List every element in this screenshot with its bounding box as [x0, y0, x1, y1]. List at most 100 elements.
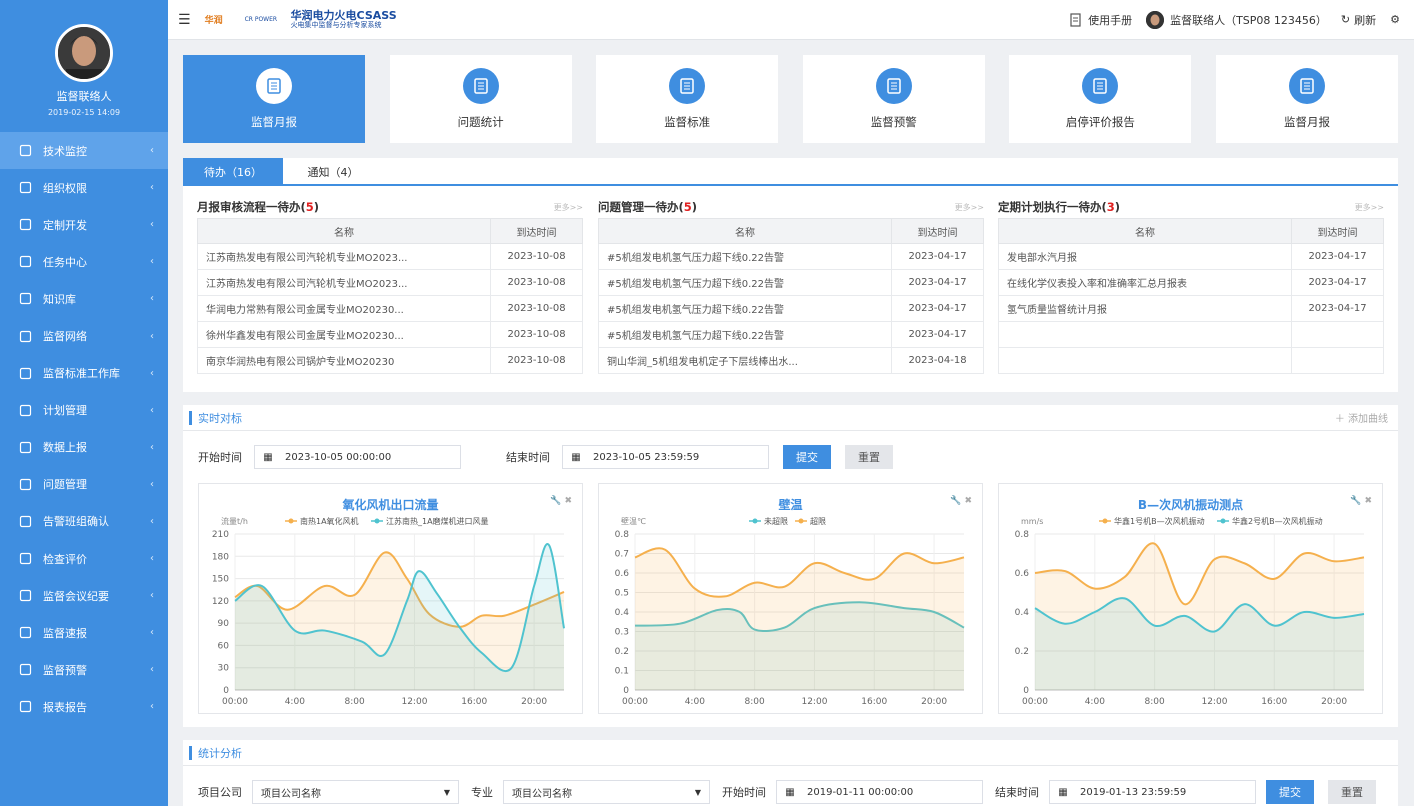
- more-link[interactable]: 更多>>: [554, 202, 583, 213]
- chevron-left-icon: ‹: [150, 478, 154, 490]
- sidebar-item-12[interactable]: 监督会议纪要 ‹: [0, 577, 168, 614]
- todo-table: 名称 到达时间 发电部水汽月报 2023-04-17 在线化学仪表投入率和准确率汇总月报…: [998, 218, 1384, 374]
- table-row[interactable]: 铜山华润_5机组发电机定子下层线棒出水... 2023-04-18: [598, 347, 984, 374]
- sidebar-item-14[interactable]: 监督预警 ‹: [0, 651, 168, 688]
- x-tick-label: 8:00: [745, 697, 765, 707]
- table-row[interactable]: 发电部水汽月报 2023-04-17: [998, 243, 1384, 270]
- sidebar-item-0[interactable]: 技术监控 ‹: [0, 132, 168, 170]
- chart-2: B—次风机振动测点 🔧 ✖ mm/s 华鑫1号机B—次风机振动 华鑫2号机B—次风机振动…: [998, 483, 1383, 714]
- table-row[interactable]: 南京华润热电有限公司锅炉专业MO20230 2023-10-08: [197, 347, 583, 374]
- card-icon: [256, 68, 292, 104]
- x-tick-label: 00:00: [622, 697, 648, 707]
- manual-icon: [1070, 12, 1081, 27]
- table-row[interactable]: [998, 347, 1384, 374]
- row-name: 在线化学仪表投入率和准确率汇总月报表: [998, 269, 1292, 296]
- sidebar-item-1[interactable]: 组织权限 ‹: [0, 169, 168, 206]
- legend-item[interactable]: 南热1A氧化风机: [285, 516, 359, 526]
- start-date-input[interactable]: ▦ 2023-10-05 00:00:00: [254, 445, 461, 469]
- y-tick-label: 30: [218, 664, 230, 674]
- table-row[interactable]: #5机组发电机氢气压力超下线0.22告警 2023-04-17: [598, 295, 984, 322]
- legend-item[interactable]: 未超限: [749, 516, 788, 526]
- more-link[interactable]: 更多>>: [1355, 202, 1384, 213]
- y-tick-label: 180: [212, 552, 229, 562]
- card-5[interactable]: 监督月报: [1215, 55, 1398, 143]
- chevron-left-icon: ‹: [150, 256, 154, 268]
- stats-submit-button[interactable]: 提交: [1266, 780, 1314, 804]
- sidebar-item-label: 组织权限: [43, 181, 87, 195]
- chart-1: 壁温 🔧 ✖ 壁温℃ 未超限 超限 0 0.1 0.2 0.3 0.4 0.5 0.6 0.7 0.8 00…: [598, 483, 983, 714]
- settings-button[interactable]: ⚙: [1390, 13, 1400, 26]
- table-row[interactable]: 在线化学仪表投入率和准确率汇总月报表 2023-04-17: [998, 269, 1384, 296]
- row-name: 南京华润热电有限公司锅炉专业MO20230: [197, 347, 491, 374]
- todo-table: 名称 到达时间 江苏南热发电有限公司汽轮机专业MO2023... 2023-10-08…: [197, 218, 583, 374]
- panel-title-close: ): [691, 200, 698, 214]
- end-date-input[interactable]: ▦ 2023-10-05 23:59:59: [562, 445, 769, 469]
- table-row[interactable]: [998, 321, 1384, 348]
- sidebar-item-8[interactable]: 数据上报 ‹: [0, 429, 168, 466]
- stats-reset-button[interactable]: 重置: [1328, 780, 1376, 804]
- table-row[interactable]: #5机组发电机氢气压力超下线0.22告警 2023-04-17: [598, 243, 984, 270]
- sidebar-item-label: 监督会议纪要: [43, 589, 109, 603]
- sidebar-item-6[interactable]: 监督标准工作库 ‹: [0, 355, 168, 392]
- refresh-button[interactable]: ↻ 刷新: [1341, 12, 1376, 28]
- sidebar-item-3[interactable]: 任务中心 ‹: [0, 243, 168, 280]
- sidebar-item-5[interactable]: 监督网络 ‹: [0, 317, 168, 354]
- brand: 华润电力火电CSASS 火电集中监督与分析专家系统: [291, 10, 397, 29]
- archive-icon: [18, 366, 32, 380]
- tab-1[interactable]: 通知（4）: [283, 158, 383, 186]
- table-row[interactable]: #5机组发电机氢气压力超下线0.22告警 2023-04-17: [598, 269, 984, 296]
- avatar[interactable]: [55, 24, 113, 82]
- table-row[interactable]: 华润电力常熟有限公司金属专业MO20230... 2023-10-08: [197, 295, 583, 322]
- x-tick-label: 12:00: [1201, 697, 1227, 707]
- sidebar-item-13[interactable]: 监督速报 ‹: [0, 614, 168, 651]
- sidebar-item-10[interactable]: 告警班组确认 ‹: [0, 503, 168, 540]
- sidebar-item-9[interactable]: 问题管理 ‹: [0, 466, 168, 503]
- y-tick-label: 0: [623, 686, 629, 696]
- add-curve-button[interactable]: ＋ 添加曲线: [1335, 410, 1388, 425]
- table-row[interactable]: 氢气质量监督统计月报 2023-04-17: [998, 295, 1384, 322]
- sidebar-item-4[interactable]: 知识库 ‹: [0, 280, 168, 317]
- stats-end-input[interactable]: ▦ 2019-01-13 23:59:59: [1049, 780, 1256, 804]
- sidebar-item-2[interactable]: 定制开发 ‹: [0, 206, 168, 243]
- table-row[interactable]: #5机组发电机氢气压力超下线0.22告警 2023-04-17: [598, 321, 984, 348]
- y-tick-label: 0.8: [615, 530, 630, 540]
- legend-item[interactable]: 江苏南热_1A磨煤机进口风量: [371, 516, 489, 526]
- card-2[interactable]: 监督标准: [596, 55, 779, 143]
- reset-button[interactable]: 重置: [845, 445, 893, 469]
- stats-start-input[interactable]: ▦ 2019-01-11 00:00:00: [776, 780, 983, 804]
- sidebar-item-label: 知识库: [43, 292, 76, 306]
- table-row[interactable]: 徐州华鑫发电有限公司金属专业MO20230... 2023-10-08: [197, 321, 583, 348]
- sidebar-item-label: 报表报告: [43, 700, 87, 714]
- end-date-value: 2023-10-05 23:59:59: [593, 451, 700, 463]
- sidebar-item-15[interactable]: 报表报告 ‹: [0, 688, 168, 725]
- sidebar-item-7[interactable]: 计划管理 ‹: [0, 392, 168, 429]
- menu-toggle-icon[interactable]: ☰: [178, 12, 191, 28]
- card-0[interactable]: 监督月报: [183, 55, 365, 143]
- card-1[interactable]: 问题统计: [389, 55, 572, 143]
- chart-svg: 壁温℃ 未超限 超限 0 0.1 0.2 0.3 0.4 0.5 0.6 0.7 0.8 00:00 4:…: [615, 516, 965, 707]
- power-logo: CR POWER: [245, 10, 285, 28]
- x-tick-label: 16:00: [1261, 697, 1287, 707]
- table-row[interactable]: 江苏南热发电有限公司汽轮机专业MO2023... 2023-10-08: [197, 269, 583, 296]
- col-header-date: 到达时间: [891, 218, 984, 244]
- gear-icon: ⚙: [1390, 13, 1400, 26]
- card-3[interactable]: 监督预警: [802, 55, 985, 143]
- major-select[interactable]: 项目公司名称 ▼: [503, 780, 710, 804]
- legend-item[interactable]: 华鑫2号机B—次风机振动: [1217, 516, 1323, 526]
- company-select[interactable]: 项目公司名称 ▼: [252, 780, 459, 804]
- legend-label: 南热1A氧化风机: [300, 516, 359, 526]
- table-row[interactable]: 江苏南热发电有限公司汽轮机专业MO2023... 2023-10-08: [197, 243, 583, 270]
- y-axis-label: 壁温℃: [621, 516, 646, 526]
- legend-item[interactable]: 超限: [795, 516, 826, 526]
- todo-panel-2: 定期计划执行一待办(3) 更多>> 名称 到达时间 发电部水汽月报 2023-04-17…: [998, 196, 1384, 374]
- stats-title: 统计分析: [198, 746, 242, 760]
- tab-0[interactable]: 待办（16）: [183, 158, 283, 186]
- manual-link[interactable]: 使用手册: [1069, 12, 1132, 28]
- card-4[interactable]: 启停评价报告: [1009, 55, 1192, 143]
- sidebar-item-11[interactable]: 检查评价 ‹: [0, 540, 168, 577]
- user-menu[interactable]: 监督联络人（TSP08 123456）: [1146, 10, 1327, 29]
- legend-item[interactable]: 华鑫1号机B—次风机振动: [1099, 516, 1205, 526]
- more-link[interactable]: 更多>>: [955, 202, 984, 213]
- chevron-left-icon: ‹: [150, 627, 154, 639]
- submit-button[interactable]: 提交: [783, 445, 831, 469]
